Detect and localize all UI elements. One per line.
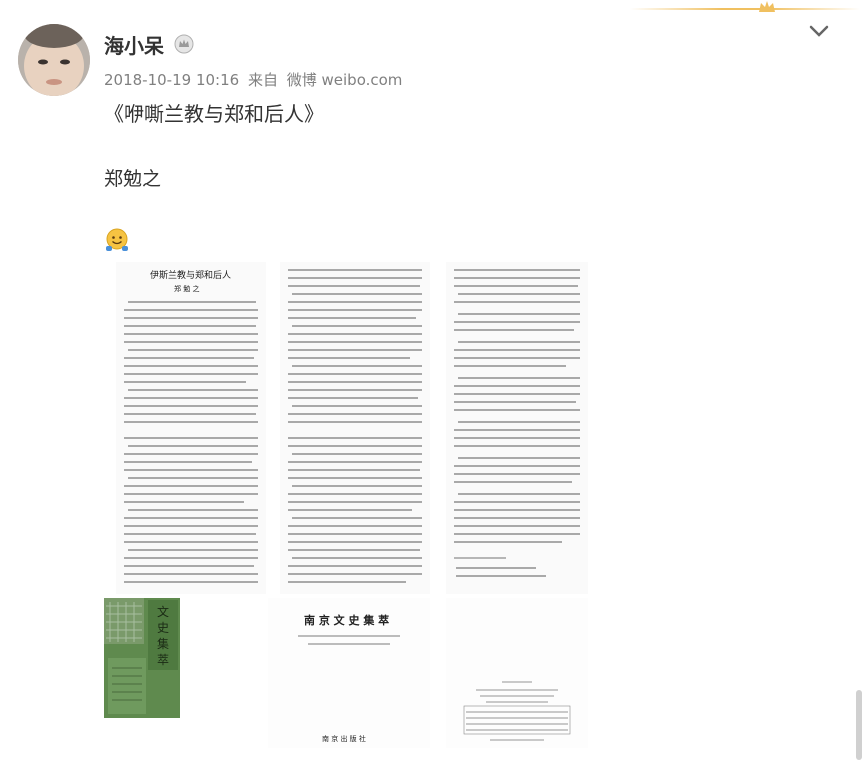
scan-title-page[interactable]: 南 京 文 史 集 萃 南 京 出 版 社 bbox=[268, 598, 430, 748]
post-from-label: 来自 bbox=[247, 71, 278, 89]
username[interactable]: 海小呆 bbox=[104, 30, 164, 59]
post-source[interactable]: 微博 weibo.com bbox=[287, 71, 403, 89]
smile-emoji-icon bbox=[106, 228, 128, 251]
scrollbar[interactable] bbox=[856, 690, 862, 760]
scan-page-2[interactable] bbox=[280, 262, 430, 594]
top-decoration-line bbox=[630, 8, 860, 10]
crown-icon bbox=[759, 1, 775, 12]
cover-title-char-3: 集 bbox=[157, 636, 169, 651]
scan-copyright-page[interactable] bbox=[446, 598, 588, 748]
chevron-down-icon[interactable] bbox=[808, 22, 830, 40]
post-timestamp[interactable]: 2018-10-19 10:16 bbox=[104, 71, 239, 89]
scan-page-1[interactable]: 伊斯兰教与郑和后人 郑 勉 之 bbox=[116, 262, 266, 594]
cover-title-char-2: 史 bbox=[157, 621, 169, 635]
post-title: 《咿嘶兰教与郑和后人》 bbox=[104, 102, 324, 126]
post-author: 郑勉之 bbox=[104, 168, 162, 190]
vip-badge-icon[interactable] bbox=[174, 34, 194, 54]
scan-page-3[interactable] bbox=[446, 262, 588, 594]
cover-title-char-4: 萃 bbox=[157, 653, 169, 667]
book-publisher: 南 京 出 版 社 bbox=[322, 735, 366, 743]
book-cover-image[interactable]: 文 史 集 萃 bbox=[104, 598, 180, 718]
post-meta: 2018-10-19 10:16 来自 微博 weibo.com bbox=[104, 69, 406, 90]
avatar[interactable] bbox=[18, 24, 90, 96]
cover-title-char-1: 文 bbox=[157, 604, 169, 619]
